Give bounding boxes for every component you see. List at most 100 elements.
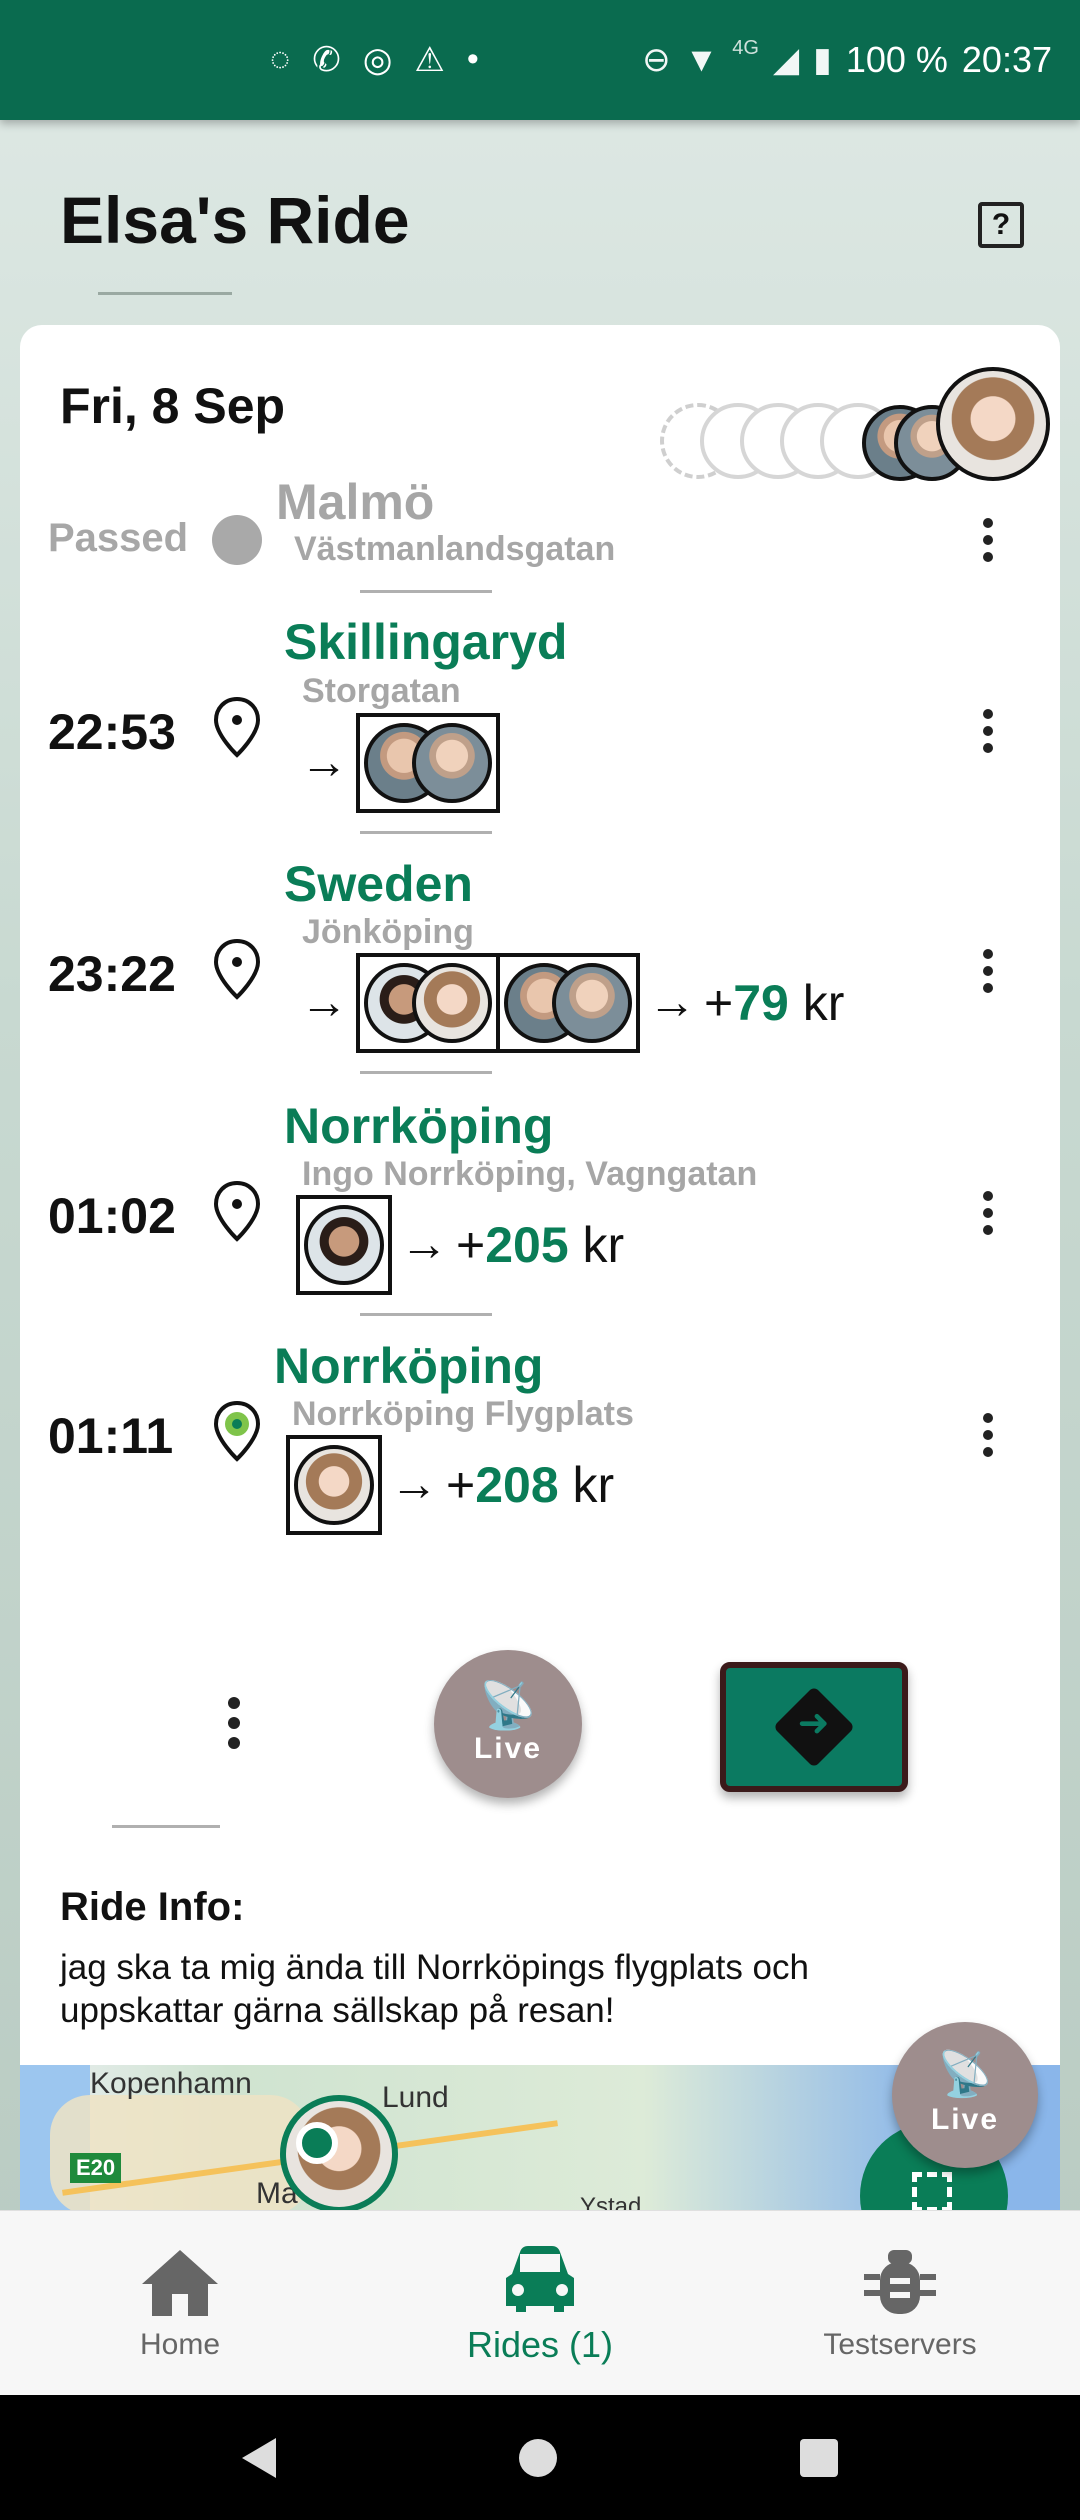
map-label: Kopenhamn (90, 2067, 252, 2100)
bug-icon (864, 2250, 936, 2314)
status-bar: ◌ ✆ ◎ ⚠ • ⊖ ▼ 4G ◢ ▮ 100 % 20:37 (0, 0, 1080, 120)
section-separator (112, 1825, 220, 1828)
dropoff-group[interactable] (286, 1435, 382, 1535)
stop-menu-button[interactable] (980, 949, 996, 997)
home-circle-icon[interactable] (518, 2438, 557, 2477)
recents-icon[interactable] (800, 2438, 839, 2477)
home-icon (142, 2250, 218, 2316)
stop-time: 01:11 (48, 1408, 174, 1464)
ride-menu-button[interactable] (226, 1697, 242, 1757)
stop-city: Sweden (284, 856, 473, 912)
bottom-navigation: Home Rides (1) Testservers (0, 2210, 1080, 2395)
arrow-right-icon: → (300, 736, 348, 789)
title-underline (98, 292, 232, 295)
passed-label: Passed (48, 516, 189, 560)
nav-home[interactable]: Home (0, 2211, 360, 2395)
stop-street: Jönköping (302, 913, 474, 951)
clock: 20:37 (961, 39, 1052, 80)
network-type: 4G (732, 36, 759, 59)
help-button[interactable]: ? (978, 202, 1024, 248)
battery-text: 100 % (845, 39, 948, 80)
arrow-right-icon: → (390, 1458, 438, 1511)
stop-price: +205 kr (456, 1217, 625, 1273)
ride-date: Fri, 8 Sep (60, 378, 286, 434)
cell-signal-icon: ◢ (772, 41, 800, 79)
pickup-group[interactable] (496, 953, 640, 1053)
ride-info-text: jag ska ta mig ända till Norrköpings fly… (60, 1948, 809, 2030)
destination-pin-icon (213, 1400, 261, 1462)
passenger-avatar (304, 1205, 384, 1285)
nav-label: Home (139, 2328, 221, 2361)
stop-city: Norrköping (284, 1098, 554, 1154)
dot-icon: • (466, 40, 479, 78)
passenger-avatar (412, 723, 492, 803)
directions-icon (772, 1685, 856, 1769)
stop-city: Norrköping (274, 1338, 544, 1394)
stop-street: Norrköping Flygplats (292, 1395, 634, 1433)
location-pin-icon (213, 1180, 261, 1242)
car-icon (506, 2246, 574, 2312)
battery-icon: ▮ (813, 41, 832, 79)
call-missed-icon: ✆ (312, 41, 341, 79)
navigate-button[interactable] (720, 1662, 908, 1792)
stop-street: Ingo Norrköping, Vagngatan (302, 1155, 758, 1193)
driver-avatar (936, 367, 1050, 481)
stop-separator (360, 1313, 492, 1316)
stop-city: Skillingaryd (284, 614, 568, 670)
arrow-right-icon: → (400, 1218, 448, 1271)
stop-time: 22:53 (48, 704, 176, 760)
stop-menu-button[interactable] (980, 1413, 996, 1461)
live-label: Live (473, 1732, 543, 1765)
stop-passengers: → (300, 713, 500, 813)
stop-street: Västmanlandsgatan (294, 530, 616, 568)
arrow-right-icon: → (300, 976, 348, 1029)
live-button[interactable]: 📡 Live (434, 1650, 582, 1798)
nav-testservers[interactable]: Testservers (720, 2211, 1080, 2395)
dnd-icon: ⊖ (642, 41, 671, 79)
broadcast-icon: 📡 (937, 2050, 993, 2099)
broadcast-icon: 📡 (479, 1679, 537, 1731)
passenger-avatar (412, 963, 492, 1043)
dropoff-group[interactable] (356, 953, 500, 1053)
stop-time: 01:02 (48, 1188, 176, 1244)
system-navigation-bar (0, 2395, 1080, 2520)
nav-rides[interactable]: Rides (1) (360, 2211, 720, 2395)
dropoff-group[interactable] (296, 1195, 392, 1295)
map-live-button[interactable]: 📡 Live (892, 2022, 1038, 2168)
stop-price: +79 kr (704, 975, 845, 1031)
notification-icons: ◌ ✆ ◎ ⚠ • (270, 40, 479, 80)
stop-menu-button[interactable] (980, 1191, 996, 1239)
pickup-group[interactable] (356, 713, 500, 813)
wifi-icon: ▼ (684, 40, 719, 79)
arrow-right-icon: → (648, 976, 696, 1029)
stop-price: +208 kr (446, 1457, 615, 1513)
passed-dot-icon (212, 515, 262, 565)
page-title: Elsa's Ride (60, 183, 410, 257)
nav-label: Rides (1) (466, 2324, 614, 2365)
warning-icon: ⚠ (414, 41, 445, 79)
passenger-strip[interactable] (640, 345, 1060, 481)
map-location-pin-icon (296, 2122, 338, 2164)
passenger-avatar (294, 1445, 374, 1525)
stop-separator (360, 831, 492, 834)
map-road-label: E20 (70, 2153, 122, 2183)
whatsapp-icon: ◎ (362, 41, 393, 79)
map-label: Lund (382, 2081, 449, 2114)
ride-info-heading: Ride Info: (60, 1885, 245, 1929)
stop-time: 23:22 (48, 946, 176, 1002)
signal-app-icon: ◌ (270, 40, 291, 78)
ride-card: Fri, 8 Sep Passed Malmö Västmanlandsgata… (20, 325, 1060, 2225)
stop-menu-button[interactable] (980, 709, 996, 757)
back-icon[interactable] (241, 2437, 276, 2478)
stop-city: Malmö (276, 474, 435, 530)
stop-passengers: → +208 kr (286, 1435, 614, 1535)
live-label: Live (930, 2103, 1000, 2136)
stop-separator (360, 1071, 492, 1074)
stop-passengers: → +205 kr (296, 1195, 624, 1295)
fullscreen-icon (912, 2172, 952, 2212)
passenger-avatar (552, 963, 632, 1043)
map-driver-avatar (280, 2095, 398, 2213)
app-header: Elsa's Ride ? (0, 120, 1080, 320)
stop-passengers: → → +79 kr (300, 953, 844, 1053)
stop-menu-button[interactable] (980, 518, 996, 566)
